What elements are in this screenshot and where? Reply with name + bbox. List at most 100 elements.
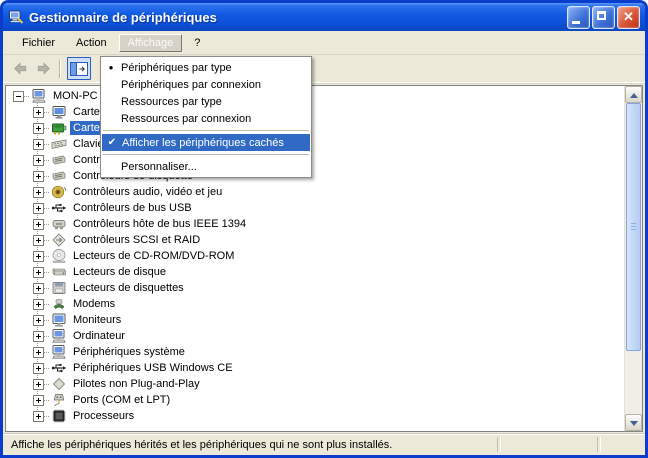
statusbar-divider bbox=[497, 437, 501, 452]
keyboard-icon bbox=[51, 136, 67, 152]
tree-item-label[interactable]: Ordinateur bbox=[70, 329, 128, 343]
non-pnp-icon bbox=[51, 376, 67, 392]
tree-item-label[interactable]: Lecteurs de CD-ROM/DVD-ROM bbox=[70, 249, 237, 263]
tree-item-label[interactable]: Lecteurs de disque bbox=[70, 265, 169, 279]
tree-connector-stub bbox=[44, 256, 49, 257]
expand-plus-box[interactable] bbox=[33, 363, 44, 374]
vertical-scrollbar[interactable] bbox=[624, 86, 642, 431]
minimize-button[interactable] bbox=[567, 6, 590, 29]
maximize-button[interactable] bbox=[592, 6, 615, 29]
network-adapter-icon bbox=[51, 120, 67, 136]
maximize-icon bbox=[597, 11, 606, 20]
expand-plus-box[interactable] bbox=[33, 331, 44, 342]
tree-item-label[interactable]: Contrôleurs de bus USB bbox=[70, 201, 195, 215]
tree-item-label[interactable]: Lecteurs de disquettes bbox=[70, 281, 187, 295]
expand-plus-box[interactable] bbox=[33, 347, 44, 358]
menu-item-label: Ressources par connexion bbox=[121, 113, 251, 125]
tree-connector-stub bbox=[44, 192, 49, 193]
tree-row: Contrôleurs de disquette bbox=[6, 168, 624, 184]
tree-connector-stub bbox=[44, 288, 49, 289]
scroll-up-button[interactable] bbox=[625, 86, 642, 103]
tree-connector-stub bbox=[44, 272, 49, 273]
expand-plus-box[interactable] bbox=[33, 107, 44, 118]
floppy-drive-icon bbox=[51, 280, 67, 296]
menu-action[interactable]: Action bbox=[67, 34, 116, 52]
close-button[interactable]: ✕ bbox=[617, 6, 640, 29]
expand-plus-box[interactable] bbox=[33, 395, 44, 406]
computer-icon bbox=[51, 328, 67, 344]
menu-item-1[interactable]: Périphériques par connexion bbox=[101, 76, 311, 93]
tree-row: Lecteurs de disque bbox=[6, 264, 624, 280]
audio-controller-icon bbox=[51, 184, 67, 200]
tree-item-label[interactable]: Moniteurs bbox=[70, 313, 124, 327]
menu-item-label: Périphériques par type bbox=[121, 62, 232, 74]
tree-row: Contrôleurs audio, vidéo et jeu bbox=[6, 184, 624, 200]
tree-connector-stub bbox=[44, 176, 49, 177]
menu-fichier[interactable]: Fichier bbox=[13, 34, 64, 52]
usb-icon bbox=[51, 200, 67, 216]
expand-plus-box[interactable] bbox=[33, 235, 44, 246]
statusbar-divider bbox=[597, 437, 601, 452]
menu-separator bbox=[103, 154, 309, 155]
expand-plus-box[interactable] bbox=[33, 267, 44, 278]
menu-bar: FichierActionAffichage? bbox=[3, 31, 645, 55]
tree-connector-stub bbox=[44, 352, 49, 353]
tree-item-label[interactable]: Modems bbox=[70, 297, 118, 311]
expand-plus-box[interactable] bbox=[33, 315, 44, 326]
down-arrow-icon bbox=[630, 421, 638, 426]
expand-plus-box[interactable] bbox=[33, 139, 44, 150]
affichage-dropdown-menu: ●Périphériques par typePériphériques par… bbox=[100, 56, 312, 178]
tree-item-label[interactable]: Ports (COM et LPT) bbox=[70, 393, 173, 407]
tree-row: Moniteurs bbox=[6, 312, 624, 328]
tree-item-label[interactable]: Contrôleurs SCSI et RAID bbox=[70, 233, 203, 247]
tree-row: Cartes réseau bbox=[6, 120, 624, 136]
menu-item-2[interactable]: Ressources par type bbox=[101, 93, 311, 110]
window-title: Gestionnaire de périphériques bbox=[29, 10, 565, 25]
expand-plus-box[interactable] bbox=[33, 219, 44, 230]
forward-arrow-icon[interactable] bbox=[35, 60, 53, 77]
tree-connector-stub bbox=[44, 224, 49, 225]
expand-plus-box[interactable] bbox=[33, 203, 44, 214]
tree-connector-stub bbox=[44, 368, 49, 369]
tree-item-label[interactable]: MON-PC bbox=[50, 89, 101, 103]
cdrom-icon bbox=[51, 248, 67, 264]
expand-plus-box[interactable] bbox=[33, 379, 44, 390]
expand-plus-box[interactable] bbox=[33, 171, 44, 182]
expand-plus-box[interactable] bbox=[33, 123, 44, 134]
tree-item-label[interactable]: Périphériques système bbox=[70, 345, 188, 359]
tree-item-label[interactable]: Pilotes non Plug-and-Play bbox=[70, 377, 203, 391]
tree-connector-stub bbox=[44, 144, 49, 145]
tree-row: Lecteurs de CD-ROM/DVD-ROM bbox=[6, 248, 624, 264]
expand-plus-box[interactable] bbox=[33, 411, 44, 422]
collapse-expander[interactable] bbox=[13, 91, 24, 102]
menu-item-5[interactable]: ✔Afficher les périphériques cachés bbox=[102, 134, 310, 151]
menu-item-3[interactable]: Ressources par connexion bbox=[101, 110, 311, 127]
menu-item-label: Périphériques par connexion bbox=[121, 79, 261, 91]
scrollbar-thumb[interactable] bbox=[626, 103, 641, 351]
menu-item-0[interactable]: ●Périphériques par type bbox=[101, 59, 311, 76]
ide-controller-icon bbox=[51, 152, 67, 168]
tree-row: Claviers bbox=[6, 136, 624, 152]
tree-connector-stub bbox=[44, 400, 49, 401]
menu-item-7[interactable]: Personnaliser... bbox=[101, 158, 311, 175]
tree-item-label[interactable]: Périphériques USB Windows CE bbox=[70, 361, 236, 375]
menu-?[interactable]: ? bbox=[185, 34, 209, 52]
scroll-down-button[interactable] bbox=[625, 414, 642, 431]
tree-item-label[interactable]: Contrôleurs audio, vidéo et jeu bbox=[70, 185, 225, 199]
expand-plus-box[interactable] bbox=[33, 283, 44, 294]
tree-connector-stub bbox=[44, 384, 49, 385]
expand-plus-box[interactable] bbox=[33, 187, 44, 198]
tree-item-label[interactable]: Contrôleurs hôte de bus IEEE 1394 bbox=[70, 217, 249, 231]
expand-plus-box[interactable] bbox=[33, 251, 44, 262]
menu-affichage[interactable]: Affichage bbox=[119, 34, 183, 52]
show-console-tree-icon[interactable] bbox=[67, 57, 91, 80]
back-arrow-icon[interactable] bbox=[11, 60, 29, 77]
tree-item-label[interactable]: Processeurs bbox=[70, 409, 137, 423]
menu-item-label: Afficher les périphériques cachés bbox=[122, 137, 284, 149]
tree-row: Ports (COM et LPT) bbox=[6, 392, 624, 408]
expand-plus-box[interactable] bbox=[33, 299, 44, 310]
expand-plus-box[interactable] bbox=[33, 155, 44, 166]
modem-icon bbox=[51, 296, 67, 312]
toolbar-separator bbox=[59, 60, 61, 78]
tree-connector-stub bbox=[44, 320, 49, 321]
